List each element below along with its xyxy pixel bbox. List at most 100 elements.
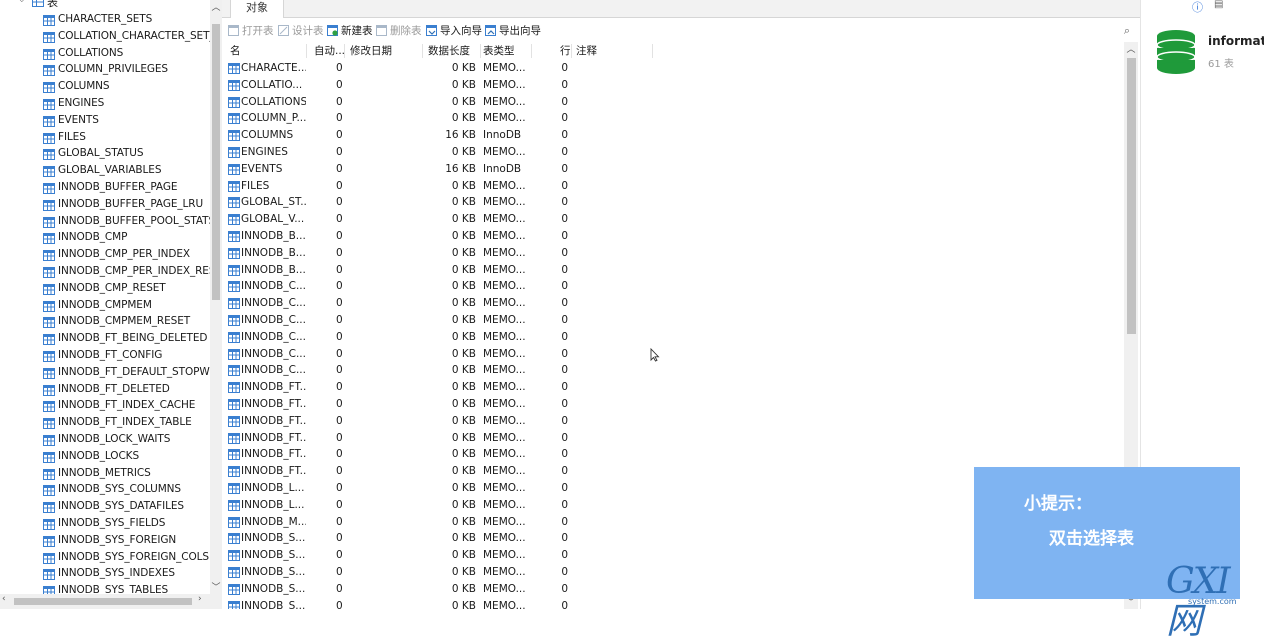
open-table-button[interactable]: 打开表	[228, 23, 274, 39]
tree-item-table[interactable]: INNODB_LOCK_WAITS	[0, 432, 210, 449]
column-divider[interactable]	[480, 44, 481, 58]
design-table-button[interactable]: 设计表	[278, 23, 324, 39]
cell-name: INNODB_M...	[228, 514, 306, 531]
tree-item-table[interactable]: COLUMN_PRIVILEGES	[0, 62, 210, 79]
table-row[interactable]: INNODB_C... 0 0 KB MEMO... 0	[226, 278, 1124, 295]
table-row[interactable]: COLUMN_P... 0 0 KB MEMO... 0	[226, 110, 1124, 127]
table-row[interactable]: GLOBAL_ST... 0 0 KB MEMO... 0	[226, 194, 1124, 211]
tree-item-table[interactable]: INNODB_CMPMEM	[0, 298, 210, 315]
info-icon[interactable]: ⓘ	[1192, 0, 1203, 15]
scroll-left-icon[interactable]: ‹	[2, 594, 6, 604]
tree-item-table[interactable]: INNODB_FT_INDEX_CACHE	[0, 398, 210, 415]
table-row[interactable]: COLUMNS 0 16 KB InnoDB 0	[226, 127, 1124, 144]
import-wizard-button[interactable]: 导入向导	[426, 23, 482, 39]
table-row[interactable]: INNODB_C... 0 0 KB MEMO... 0	[226, 346, 1124, 363]
column-divider[interactable]	[652, 44, 653, 58]
tree-item-table[interactable]: INNODB_FT_DELETED	[0, 382, 210, 399]
column-divider[interactable]	[571, 44, 572, 58]
table-row[interactable]: INNODB_FT... 0 0 KB MEMO... 0	[226, 413, 1124, 430]
tree-item-table[interactable]: COLLATION_CHARACTER_SET_	[0, 29, 210, 46]
tree-item-table[interactable]: CHARACTER_SETS	[0, 12, 210, 29]
tree-item-table[interactable]: INNODB_CMPMEM_RESET	[0, 314, 210, 331]
table-row[interactable]: INNODB_FT... 0 0 KB MEMO... 0	[226, 396, 1124, 413]
table-row[interactable]: GLOBAL_V... 0 0 KB MEMO... 0	[226, 211, 1124, 228]
column-divider[interactable]	[531, 44, 532, 58]
column-divider[interactable]	[344, 44, 345, 58]
tree-item-table[interactable]: GLOBAL_STATUS	[0, 146, 210, 163]
tree-horizontal-scrollbar[interactable]: ‹ ›	[0, 594, 222, 609]
tree-item-table[interactable]: COLUMNS	[0, 79, 210, 96]
scroll-up-icon[interactable]: ︿	[1124, 42, 1138, 55]
tree-item-table[interactable]: INNODB_SYS_COLUMNS	[0, 482, 210, 499]
tree-item-table[interactable]: INNODB_CMP	[0, 230, 210, 247]
column-divider[interactable]	[306, 44, 307, 58]
scroll-down-icon[interactable]: ﹀	[210, 580, 222, 594]
chevron-down-icon[interactable]: ⌵	[18, 0, 26, 5]
table-row[interactable]: COLLATIONS 0 0 KB MEMO... 0	[226, 94, 1124, 111]
table-row[interactable]: COLLATIO... 0 0 KB MEMO... 0	[226, 77, 1124, 94]
table-row[interactable]: INNODB_C... 0 0 KB MEMO... 0	[226, 295, 1124, 312]
tree-item-table[interactable]: INNODB_CMP_RESET	[0, 281, 210, 298]
tree-item-table[interactable]: INNODB_SYS_INDEXES	[0, 566, 210, 583]
tree-item-table[interactable]: INNODB_METRICS	[0, 466, 210, 483]
tree-item-table[interactable]: INNODB_SYS_FOREIGN	[0, 533, 210, 550]
cell-name: ENGINES	[228, 144, 306, 161]
scrollbar-thumb[interactable]	[14, 598, 192, 605]
tree-item-table[interactable]: INNODB_FT_CONFIG	[0, 348, 210, 365]
tree-tables-node[interactable]: ⌵ 表	[0, 0, 210, 10]
table-row[interactable]: INNODB_FT... 0 0 KB MEMO... 0	[226, 379, 1124, 396]
tree-item-table[interactable]: FILES	[0, 130, 210, 147]
table-row[interactable]: FILES 0 0 KB MEMO... 0	[226, 178, 1124, 195]
ddl-icon[interactable]: ▤	[1214, 0, 1223, 10]
table-row[interactable]: ENGINES 0 0 KB MEMO... 0	[226, 144, 1124, 161]
table-icon	[43, 82, 55, 94]
col-header-engine[interactable]: 表类型	[483, 42, 523, 60]
tree-item-table[interactable]: COLLATIONS	[0, 46, 210, 63]
search-icon[interactable]: ⌕	[1124, 24, 1130, 38]
tree-item-table[interactable]: INNODB_SYS_DATAFILES	[0, 499, 210, 516]
col-header-comment[interactable]: 注释	[576, 42, 616, 60]
table-row[interactable]: INNODB_FT... 0 0 KB MEMO... 0	[226, 446, 1124, 463]
new-table-button[interactable]: 新建表	[327, 23, 373, 39]
table-row[interactable]: CHARACTE... 0 0 KB MEMO... 0	[226, 60, 1124, 77]
tree-item-table[interactable]: INNODB_CMP_PER_INDEX	[0, 247, 210, 264]
tree-item-table[interactable]: INNODB_FT_DEFAULT_STOPWC	[0, 365, 210, 382]
tree-item-table[interactable]: INNODB_BUFFER_PAGE_LRU	[0, 197, 210, 214]
scroll-right-icon[interactable]: ›	[198, 594, 202, 604]
table-row[interactable]: INNODB_B... 0 0 KB MEMO... 0	[226, 262, 1124, 279]
col-header-name[interactable]: 名	[230, 42, 300, 60]
delete-table-button[interactable]: 删除表	[376, 23, 422, 39]
export-wizard-button[interactable]: 导出向导	[485, 23, 541, 39]
cell-data-length: 0 KB	[451, 330, 476, 343]
scroll-up-icon[interactable]: ︿	[210, 0, 222, 14]
scrollbar-thumb[interactable]	[212, 24, 220, 300]
tree-item-table[interactable]: INNODB_LOCKS	[0, 449, 210, 466]
tree-item-table[interactable]: INNODB_CMP_PER_INDEX_RESE	[0, 264, 210, 281]
col-header-modified-date[interactable]: 修改日期	[350, 42, 420, 60]
scrollbar-thumb[interactable]	[1127, 58, 1136, 334]
table-row[interactable]: INNODB_B... 0 0 KB MEMO... 0	[226, 228, 1124, 245]
tree-item-table[interactable]: INNODB_BUFFER_POOL_STATS	[0, 214, 210, 231]
table-row[interactable]: INNODB_B... 0 0 KB MEMO... 0	[226, 245, 1124, 262]
tree-item-table[interactable]: INNODB_BUFFER_PAGE	[0, 180, 210, 197]
column-divider[interactable]	[422, 44, 423, 58]
tree-item-table[interactable]: INNODB_SYS_FIELDS	[0, 516, 210, 533]
tree-item-table[interactable]: INNODB_SYS_FOREIGN_COLS	[0, 550, 210, 567]
cell-rows: 0	[561, 364, 568, 377]
table-row[interactable]: INNODB_C... 0 0 KB MEMO... 0	[226, 312, 1124, 329]
table-row[interactable]: INNODB_S... 0 0 KB MEMO... 0	[226, 598, 1124, 609]
tree-vertical-scrollbar[interactable]: ︿ ﹀	[210, 0, 222, 594]
col-header-auto-increment[interactable]: 自动...	[314, 42, 354, 60]
tree-item-table[interactable]: GLOBAL_VARIABLES	[0, 163, 210, 180]
tree-item-table[interactable]: INNODB_FT_INDEX_TABLE	[0, 415, 210, 432]
table-row[interactable]: EVENTS 0 16 KB InnoDB 0	[226, 161, 1124, 178]
table-row[interactable]: INNODB_FT... 0 0 KB MEMO... 0	[226, 430, 1124, 447]
table-row[interactable]: INNODB_C... 0 0 KB MEMO... 0	[226, 362, 1124, 379]
tree-item-table[interactable]: ENGINES	[0, 96, 210, 113]
col-header-data-length[interactable]: 数据长度	[428, 42, 480, 60]
table-icon	[43, 552, 55, 564]
tab-objects[interactable]: 对象	[230, 0, 284, 18]
tree-item-table[interactable]: INNODB_FT_BEING_DELETED	[0, 331, 210, 348]
tree-item-table[interactable]: EVENTS	[0, 113, 210, 130]
table-row[interactable]: INNODB_C... 0 0 KB MEMO... 0	[226, 329, 1124, 346]
